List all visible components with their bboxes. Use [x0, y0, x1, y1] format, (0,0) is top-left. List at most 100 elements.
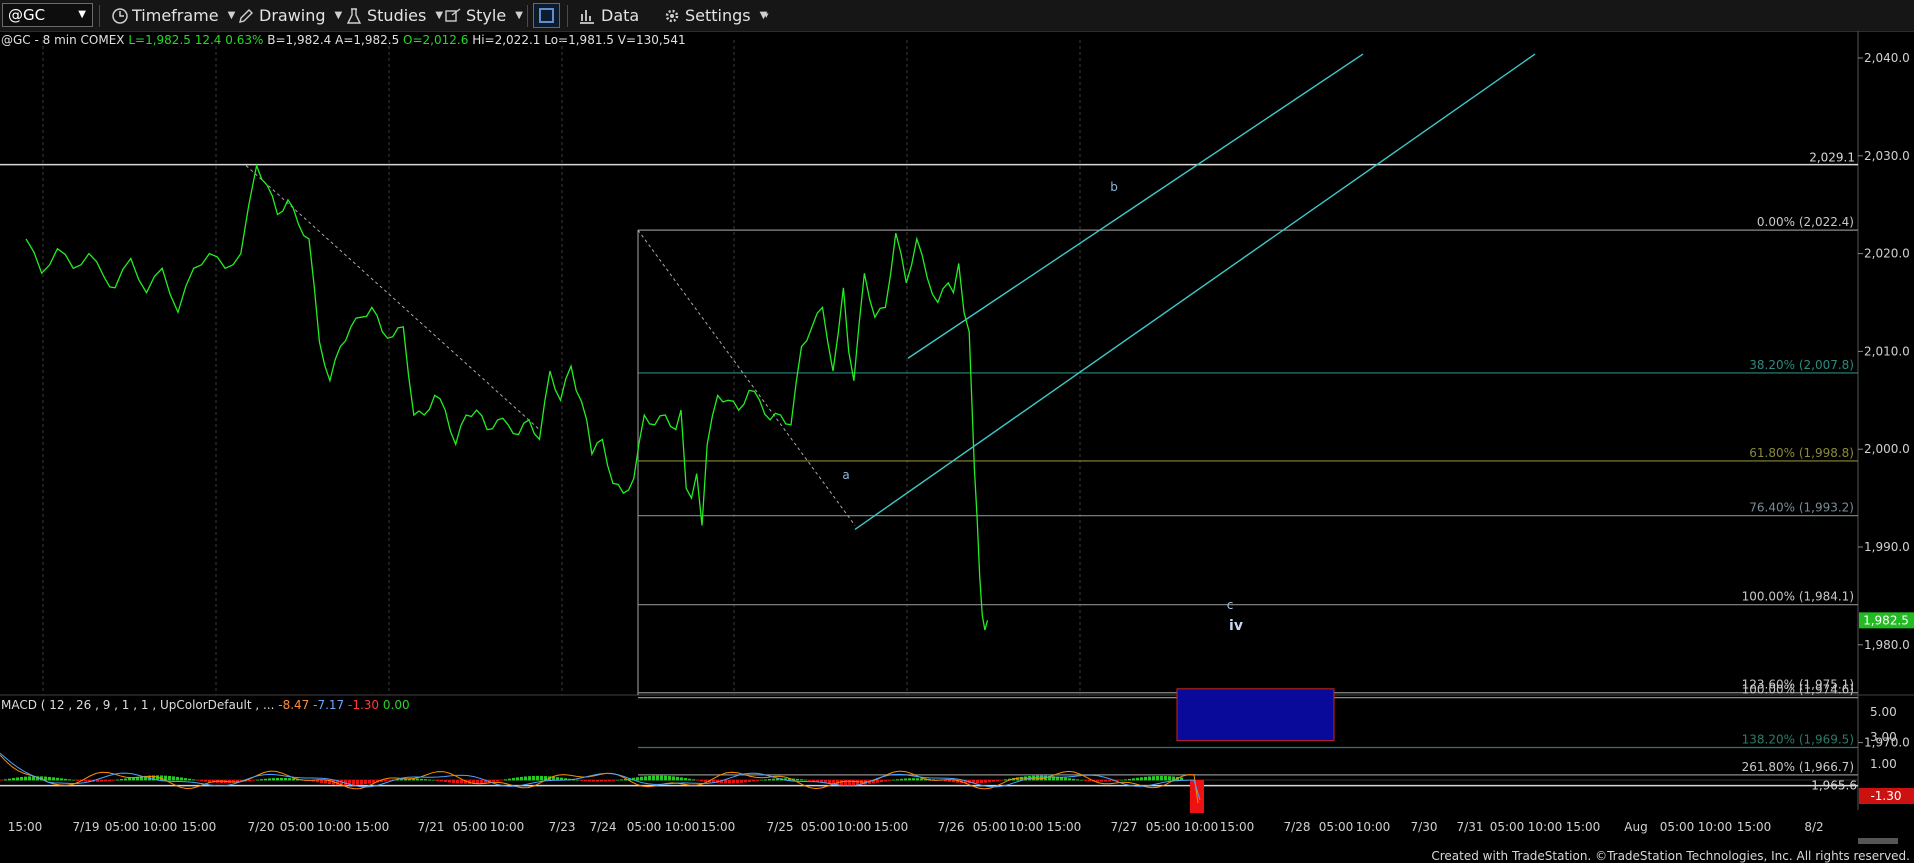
- macd-histogram-bar: [804, 779, 807, 781]
- macd-histogram-bar: [188, 778, 191, 781]
- macd-histogram-bar: [388, 780, 391, 781]
- macd-histogram-bar: [248, 780, 251, 782]
- macd-histogram-bar: [984, 780, 987, 783]
- fib-level-label: 100.00% (1,984.1): [1742, 590, 1854, 604]
- macd-histogram-bar: [612, 780, 615, 781]
- macd-tick-label: 5.00: [1870, 705, 1897, 719]
- macd-histogram-bar: [656, 775, 659, 781]
- macd-histogram-bar: [980, 780, 983, 784]
- channel-lower-line: [854, 53, 1536, 530]
- macd-histogram-bar: [356, 780, 359, 785]
- macd-histogram-bar: [576, 779, 579, 781]
- macd-diff-value: -1.30: [348, 698, 380, 712]
- macd-histogram-bar: [516, 777, 519, 781]
- macd-histogram-bar: [536, 775, 539, 781]
- time-tick-label: 15:00: [182, 820, 217, 834]
- macd-histogram-bar: [1144, 776, 1147, 781]
- price-tick-label: 2,020.0: [1864, 247, 1910, 261]
- dashed-trend-line: [245, 165, 540, 431]
- macd-histogram-bar: [504, 779, 507, 781]
- macd-histogram-bar: [1152, 776, 1155, 781]
- macd-histogram-bar: [756, 780, 759, 781]
- time-tick-label: 10:00: [1528, 820, 1563, 834]
- macd-histogram-bar: [1124, 779, 1127, 781]
- time-tick-label: 7/20: [248, 820, 275, 834]
- macd-histogram-bar: [8, 778, 11, 781]
- macd-histogram-bar: [508, 778, 511, 781]
- macd-signal-value: -7.17: [313, 698, 345, 712]
- time-tick-label: 10:00: [665, 820, 700, 834]
- macd-histogram-bar: [740, 780, 743, 783]
- macd-params: MACD ( 12 , 26 , 9 , 1 , 1 , UpColorDefa…: [1, 698, 275, 712]
- macd-histogram-bar: [52, 777, 55, 781]
- wave-label-c: c: [1227, 598, 1234, 612]
- macd-histogram-bar: [476, 780, 479, 784]
- macd-histogram-bar: [128, 777, 131, 781]
- macd-histogram-bar: [596, 780, 599, 782]
- macd-histogram-bar: [1148, 776, 1151, 781]
- time-tick-label: 10:00: [490, 820, 525, 834]
- macd-histogram-bar: [1136, 777, 1139, 781]
- macd-histogram-bar: [876, 780, 879, 783]
- macd-histogram-bar: [1084, 780, 1087, 781]
- macd-histogram-bar: [180, 777, 183, 781]
- macd-value: -8.47: [278, 698, 310, 712]
- macd-current-label: -1.30: [1870, 789, 1901, 803]
- time-tick-label: 10:00: [317, 820, 352, 834]
- macd-histogram-bar: [1076, 779, 1079, 781]
- macd-histogram-bar: [100, 780, 103, 782]
- macd-histogram-bar: [204, 780, 207, 782]
- macd-histogram-bar: [192, 779, 195, 781]
- time-tick-label: 7/27: [1111, 820, 1138, 834]
- price-line: [25, 163, 989, 631]
- macd-histogram-bar: [1168, 776, 1171, 781]
- macd-histogram-bar: [600, 780, 603, 782]
- macd-histogram-bar: [1164, 776, 1167, 781]
- macd-histogram-bar: [532, 775, 535, 781]
- macd-histogram-bar: [736, 780, 739, 784]
- macd-histogram-bar: [432, 779, 435, 781]
- macd-histogram-bar: [640, 776, 643, 781]
- fib-level-label: 100.00% (1,974.6): [1742, 683, 1854, 697]
- target-zone-box: [1176, 688, 1335, 742]
- macd-histogram-bar: [200, 780, 203, 782]
- macd-histogram-bar: [752, 780, 755, 782]
- macd-histogram-bar: [424, 779, 427, 781]
- macd-histogram-bar: [1072, 778, 1075, 781]
- time-tick-label: 05:00: [1660, 820, 1695, 834]
- macd-histogram-bar: [648, 775, 651, 781]
- macd-histogram-bar: [920, 778, 923, 781]
- macd-histogram-bar: [64, 778, 67, 781]
- macd-histogram-bar: [16, 777, 19, 781]
- drawings: 2,029.1 1,965.6 a b c iv: [0, 53, 1858, 793]
- macd-histogram-bar: [428, 779, 431, 781]
- macd-histogram-bar: [800, 779, 803, 781]
- macd-histogram-bar: [172, 776, 175, 781]
- macd-histogram-bar: [528, 776, 531, 781]
- price-tick-label: 2,030.0: [1864, 149, 1910, 163]
- macd-histogram-bar: [900, 778, 903, 781]
- price-tick-label: 2,010.0: [1864, 344, 1910, 358]
- time-tick-label: 10:00: [1184, 820, 1219, 834]
- price-series: [25, 163, 989, 631]
- macd-signal-line: [0, 752, 1201, 801]
- macd-histogram-bar: [72, 779, 75, 781]
- macd-histogram-bar: [196, 780, 199, 781]
- macd-histogram-bar: [1156, 776, 1159, 781]
- macd-histogram-bar: [796, 778, 799, 781]
- macd-histogram-bar: [272, 778, 275, 781]
- macd-tick-label: 1.00: [1870, 757, 1897, 771]
- macd-histogram-bar: [728, 780, 731, 784]
- macd-histogram-bar: [1004, 779, 1007, 781]
- time-tick-label: 05:00: [973, 820, 1008, 834]
- macd-histogram-bar: [992, 780, 995, 782]
- macd-histogram-bar: [120, 779, 123, 781]
- price-chart[interactable]: 0.00% (2,022.4) 38.20% (2,007.8) 61.80% (1…: [0, 0, 1914, 863]
- macd-legend: MACD ( 12 , 26 , 9 , 1 , 1 , UpColorDefa…: [1, 698, 410, 712]
- time-tick-label: 8/2: [1804, 820, 1823, 834]
- macd-histogram-bar: [268, 778, 271, 781]
- macd-histogram-bar: [260, 779, 263, 781]
- macd-histogram-bar: [1120, 779, 1123, 781]
- time-tick-label: 10:00: [837, 820, 872, 834]
- time-tick-label: 05:00: [453, 820, 488, 834]
